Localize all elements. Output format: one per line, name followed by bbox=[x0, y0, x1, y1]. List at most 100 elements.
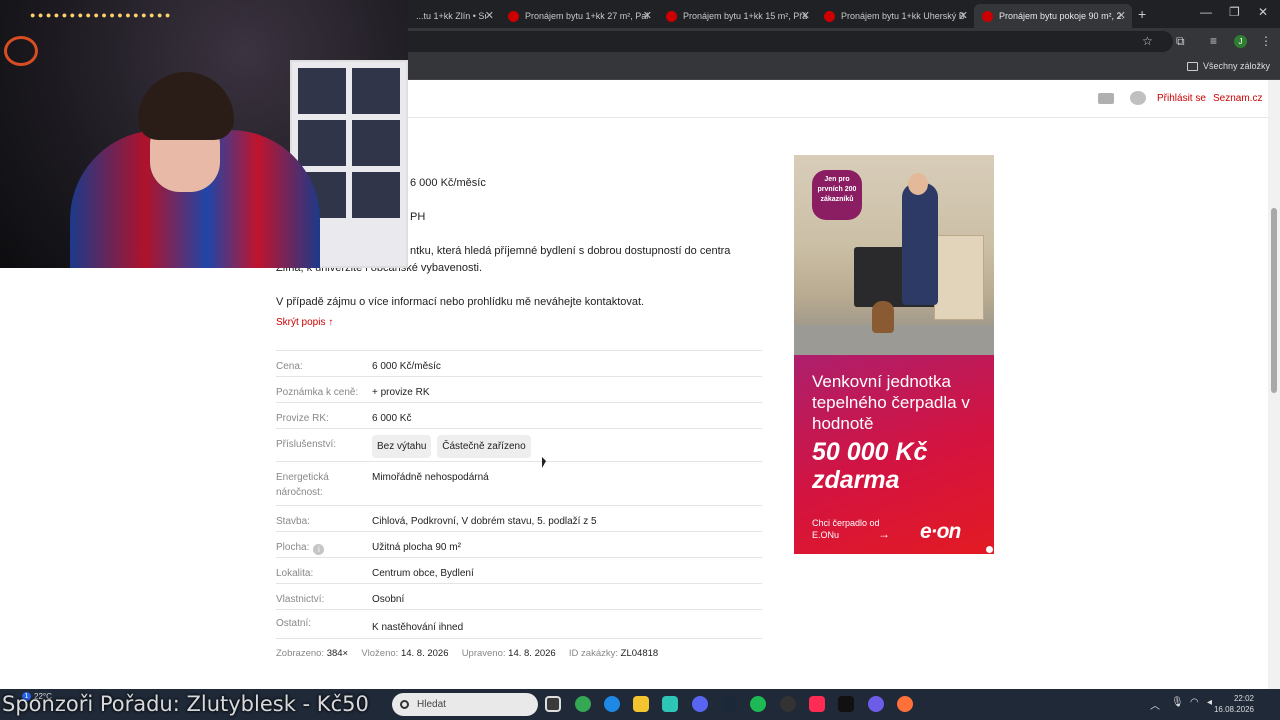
param-row: Plocha: i Užitná plocha 90 m² bbox=[276, 531, 762, 557]
param-value: Osobní bbox=[372, 594, 405, 605]
param-value: 6 000 Kč/měsíc bbox=[372, 361, 441, 372]
taskbar-search[interactable]: Hledat bbox=[392, 693, 538, 716]
ad-cta[interactable]: Chci čerpadlo od E.ONu bbox=[812, 517, 882, 541]
mouse-cursor bbox=[542, 457, 546, 468]
description-line: 6 000 Kč/měsíc bbox=[410, 177, 486, 189]
scrollbar-thumb[interactable] bbox=[1271, 208, 1277, 393]
ad-info-icon[interactable] bbox=[986, 546, 993, 553]
taskbar-clock[interactable]: 22:02 16.08.2026 bbox=[1214, 693, 1254, 715]
clock-date: 16.08.2026 bbox=[1213, 705, 1254, 714]
task-view-icon[interactable] bbox=[545, 696, 561, 712]
close-icon[interactable]: ✕ bbox=[1117, 9, 1126, 22]
capcut-icon[interactable] bbox=[838, 696, 854, 712]
shelf-cell bbox=[352, 172, 400, 218]
param-value: Centrum obce, Bydlení bbox=[372, 568, 474, 579]
close-icon[interactable]: ✕ bbox=[801, 9, 810, 22]
reading-list-icon[interactable]: ≡ bbox=[1210, 34, 1217, 48]
param-label: Poznámka k ceně: bbox=[276, 387, 359, 398]
param-row: Energetická náročnost: Mimořádně nehospo… bbox=[276, 461, 762, 505]
edited-value: 14. 8. 2026 bbox=[508, 648, 556, 659]
folder-icon bbox=[1186, 61, 1198, 71]
webcam-overlay: ● ● ● ● ● ● ● ● ● ● ● ● ● ● ● ● ● ● bbox=[0, 0, 408, 268]
description-line: V případě zájmu o více informací nebo pr… bbox=[276, 296, 645, 308]
new-tab-icon[interactable]: + bbox=[1138, 6, 1146, 22]
profile-avatar[interactable]: J bbox=[1234, 35, 1247, 48]
tab-title: ...tu 1+kk Zlín • Srea... bbox=[416, 11, 486, 21]
inserted-label: Vloženo: bbox=[361, 648, 399, 659]
amenity-chip: Bez výtahu bbox=[372, 435, 432, 458]
chrome-icon[interactable] bbox=[575, 696, 591, 712]
browser-tab-active[interactable]: Pronájem bytu pokoje 90 m², 2... ✕ bbox=[974, 4, 1132, 28]
search-placeholder: Hledat bbox=[417, 699, 446, 710]
mail-icon[interactable] bbox=[1098, 93, 1114, 104]
basketball-hoop bbox=[4, 36, 38, 66]
hide-description-label: Skrýt popis bbox=[276, 317, 326, 328]
browser-tab[interactable]: Pronájem bytu 1+kk Uherský B... ✕ bbox=[816, 4, 974, 28]
volume-icon[interactable]: ◂ bbox=[1207, 697, 1212, 708]
param-label: Ostatní: bbox=[276, 618, 312, 629]
extensions-icon[interactable]: ⧉ bbox=[1176, 34, 1185, 49]
firefox-icon[interactable] bbox=[897, 696, 913, 712]
browser-tab[interactable]: Pronájem bytu 1+kk 27 m², Pal... ✕ bbox=[500, 4, 658, 28]
param-label: Příslušenství: bbox=[276, 439, 337, 450]
page-scrollbar[interactable] bbox=[1268, 80, 1280, 689]
param-row: Stavba: Cihlová, Podkrovní, V dobrém sta… bbox=[276, 505, 762, 531]
bookmark-star-icon[interactable]: ☆ bbox=[1142, 34, 1153, 48]
window-close-icon[interactable]: ✕ bbox=[1258, 5, 1268, 19]
clock-time: 22:02 bbox=[1233, 694, 1254, 703]
obs-icon[interactable] bbox=[780, 696, 796, 712]
login-link[interactable]: Přihlásit se bbox=[1157, 93, 1206, 104]
inserted-value: 14. 8. 2026 bbox=[400, 648, 449, 659]
eon-ad-banner[interactable]: Jen pro prvních 200 zákazníků Venkovní j… bbox=[794, 155, 994, 554]
close-icon[interactable]: ✕ bbox=[959, 9, 968, 22]
close-icon[interactable]: ✕ bbox=[643, 9, 652, 22]
chat-icon[interactable] bbox=[1130, 91, 1146, 105]
description-line: PH bbox=[410, 211, 426, 223]
param-label: Stavba: bbox=[276, 516, 310, 527]
notepad-icon[interactable] bbox=[662, 696, 678, 712]
all-bookmarks-label: Všechny záložky bbox=[1202, 61, 1270, 71]
restore-icon[interactable]: ❐ bbox=[1229, 5, 1240, 19]
seznam-favicon-icon bbox=[824, 10, 835, 22]
hide-description-link[interactable]: Skrýt popis ↑ bbox=[276, 317, 333, 328]
browser-tab[interactable]: Pronájem bytu 1+kk 15 m², Přá... ✕ bbox=[658, 4, 816, 28]
tray-chevron-icon[interactable]: ︿ bbox=[1150, 697, 1160, 712]
shelf-cell bbox=[298, 68, 346, 114]
discord-icon[interactable] bbox=[692, 696, 708, 712]
param-row: Provize RK: 6 000 Kč bbox=[276, 402, 762, 428]
edge-icon[interactable] bbox=[604, 696, 620, 712]
wifi-icon[interactable]: ◠ bbox=[1190, 697, 1199, 708]
steam-icon[interactable] bbox=[721, 696, 737, 712]
ad-dog bbox=[872, 301, 894, 333]
param-row: Cena: 6 000 Kč/měsíc bbox=[276, 350, 762, 376]
menu-dots-icon[interactable]: ⋮ bbox=[1260, 34, 1272, 48]
param-label: Vlastnictví: bbox=[276, 594, 325, 605]
ad-ground bbox=[794, 325, 994, 355]
file-explorer-icon[interactable] bbox=[633, 696, 649, 712]
shelf-cell bbox=[352, 120, 400, 166]
ad-offer: 50 000 Kč zdarma bbox=[812, 438, 928, 494]
info-icon[interactable]: i bbox=[313, 544, 325, 555]
param-row: Poznámka k ceně: + provize RK bbox=[276, 376, 762, 402]
tiktok-icon[interactable] bbox=[809, 696, 825, 712]
seznam-home-link[interactable]: Seznam.cz bbox=[1213, 93, 1262, 104]
minimize-icon[interactable]: — bbox=[1200, 5, 1212, 19]
microphone-icon[interactable]: 🎙 bbox=[1171, 697, 1184, 708]
close-icon[interactable]: ✕ bbox=[485, 9, 494, 22]
description-line: ntku, která hledá příjemné bydlení s dob… bbox=[410, 245, 731, 257]
param-row: Příslušenství: Bez výtahu Částečně zaříz… bbox=[276, 428, 762, 461]
views-label: Zobrazeno: bbox=[276, 648, 325, 659]
spotify-icon[interactable] bbox=[750, 696, 766, 712]
param-label: Plocha: bbox=[276, 542, 310, 553]
eon-logo: e·on bbox=[920, 520, 961, 543]
param-value: Cihlová, Podkrovní, V dobrém stavu, 5. p… bbox=[372, 516, 597, 527]
search-icon bbox=[400, 700, 409, 709]
browser-tab[interactable]: ...tu 1+kk Zlín • Srea... ✕ bbox=[408, 4, 500, 28]
seznam-favicon-icon bbox=[508, 10, 519, 22]
param-label: Cena: bbox=[276, 361, 303, 372]
shelf-cell bbox=[298, 120, 346, 166]
all-bookmarks-button[interactable]: Všechny záložky bbox=[1186, 61, 1270, 71]
app-icon[interactable] bbox=[868, 696, 884, 712]
tab-title: Pronájem bytu 1+kk Uherský B... bbox=[841, 11, 965, 21]
ad-person bbox=[902, 183, 938, 305]
